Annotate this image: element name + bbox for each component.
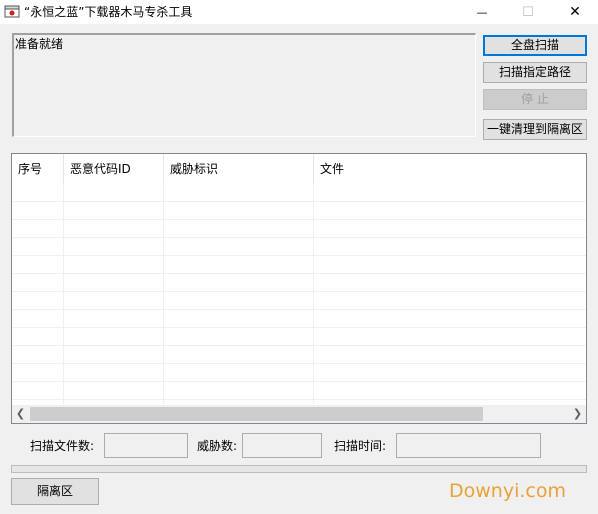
table-row <box>12 292 586 310</box>
scrollbar-thumb[interactable] <box>30 407 483 421</box>
table-row <box>12 382 586 400</box>
horizontal-scrollbar[interactable]: ❮ ❯ <box>12 405 586 423</box>
column-header-file[interactable]: 文件 <box>314 154 586 184</box>
minimize-icon: — <box>476 5 488 19</box>
scan-progress-bar <box>11 465 587 473</box>
column-header-index[interactable]: 序号 <box>12 154 64 184</box>
column-divider <box>313 184 314 404</box>
quarantine-zone-button[interactable]: 隔离区 <box>11 478 99 505</box>
table-row <box>12 202 586 220</box>
table-row <box>12 328 586 346</box>
minimize-button[interactable]: — <box>459 0 505 24</box>
table-row <box>12 274 586 292</box>
full-scan-button[interactable]: 全盘扫描 <box>483 35 587 56</box>
table-row <box>12 346 586 364</box>
scroll-right-icon[interactable]: ❯ <box>569 405 586 423</box>
maximize-icon: ☐ <box>522 4 534 20</box>
maximize-button[interactable]: ☐ <box>505 0 551 24</box>
status-log: 准备就绪 <box>12 33 476 137</box>
column-divider <box>63 184 64 404</box>
table-header: 序号 恶意代码ID 威胁标识 文件 <box>12 154 586 184</box>
status-text: 准备就绪 <box>15 37 64 51</box>
quarantine-all-button[interactable]: 一键清理到隔离区 <box>483 119 587 140</box>
column-header-threat[interactable]: 威胁标识 <box>164 154 314 184</box>
title-bar: “永恒之蓝”下载器木马专杀工具 — ☐ ✕ <box>0 0 598 24</box>
watermark-logo: Downyi.com <box>449 480 566 502</box>
table-row <box>12 220 586 238</box>
threat-count-label: 威胁数: <box>197 439 238 453</box>
threat-count-field <box>242 433 322 458</box>
table-row <box>12 238 586 256</box>
window-title: “永恒之蓝”下载器木马专杀工具 <box>24 5 193 19</box>
scroll-left-icon[interactable]: ❮ <box>12 405 29 423</box>
scan-path-button[interactable]: 扫描指定路径 <box>483 62 587 83</box>
table-row <box>12 184 586 202</box>
table-row <box>12 364 586 382</box>
column-header-malware-id[interactable]: 恶意代码ID <box>64 154 164 184</box>
scan-time-label: 扫描时间: <box>334 439 387 453</box>
files-scanned-label: 扫描文件数: <box>30 439 95 453</box>
close-icon: ✕ <box>569 4 581 20</box>
scan-time-field <box>396 433 541 458</box>
app-icon <box>4 5 20 18</box>
results-table[interactable]: 序号 恶意代码ID 威胁标识 文件 ❮ ❯ <box>11 153 587 424</box>
close-button[interactable]: ✕ <box>552 0 598 24</box>
table-row <box>12 310 586 328</box>
column-divider <box>163 184 164 404</box>
files-scanned-field <box>104 433 188 458</box>
table-row <box>12 256 586 274</box>
stop-button[interactable]: 停 止 <box>483 89 587 110</box>
